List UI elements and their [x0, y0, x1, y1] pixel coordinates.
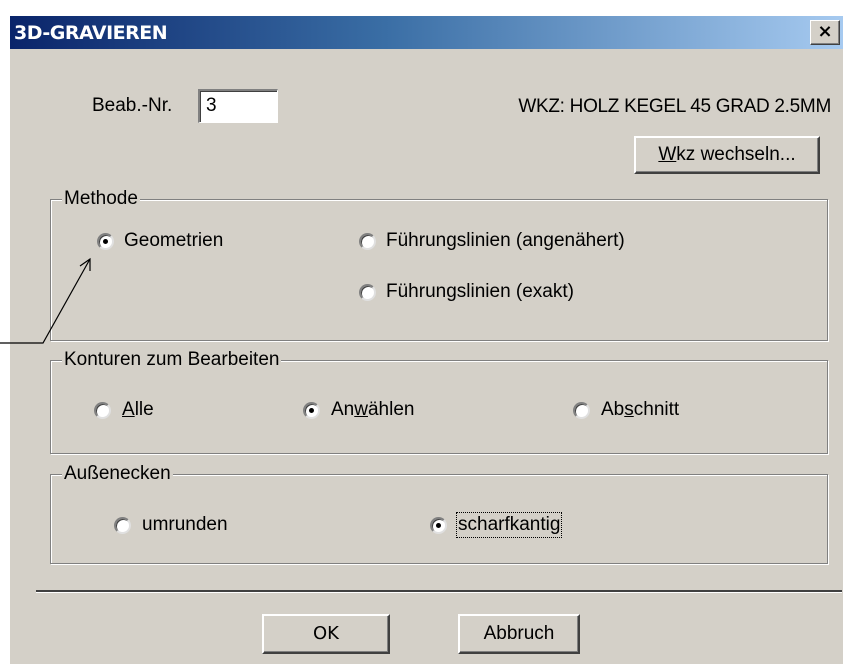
ok-button-label: OK — [313, 623, 339, 644]
separator-highlight — [36, 592, 842, 593]
close-icon: × — [817, 21, 833, 42]
close-button[interactable]: × — [810, 20, 840, 45]
job-number-label: Beab.-Nr. — [92, 95, 173, 116]
dialog-window: 3D-GRAVIEREN × Beab.-Nr. 3 WKZ: HOLZ KEG… — [8, 14, 843, 664]
radio-alle-label[interactable]: Alle — [122, 399, 154, 421]
ok-button[interactable]: OK — [262, 614, 390, 654]
radio-anwaehlen-label[interactable]: Anwählen — [331, 399, 414, 421]
radio-fuehrungslinien-angenaehert[interactable] — [359, 233, 376, 250]
window-title: 3D-GRAVIEREN — [14, 22, 168, 44]
radio-umrunden-label[interactable]: umrunden — [142, 514, 228, 536]
cancel-button-label: Abbruch — [483, 623, 555, 644]
radio-scharfkantig[interactable] — [430, 517, 447, 534]
radio-abschnitt-label[interactable]: Abschnitt — [601, 399, 679, 421]
change-tool-button[interactable]: Wkz wechseln... — [634, 136, 820, 174]
radio-fuehrungslinien-exakt[interactable] — [359, 284, 376, 301]
job-number-field[interactable]: 3 — [198, 89, 278, 123]
methode-group-title: Methode — [62, 188, 140, 210]
tool-label: WKZ: HOLZ KEGEL 45 GRAD 2.5MM — [518, 96, 831, 117]
radio-anwaehlen[interactable] — [303, 402, 320, 419]
job-number-value: 3 — [206, 95, 217, 116]
aussenecken-group-title: Außenecken — [62, 463, 173, 485]
radio-fuehrungslinien-angenaehert-label[interactable]: Führungslinien (angenähert) — [386, 230, 625, 252]
radio-umrunden[interactable] — [114, 517, 131, 534]
radio-abschnitt[interactable] — [573, 402, 590, 419]
radio-fuehrungslinien-exakt-label[interactable]: Führungslinien (exakt) — [386, 281, 574, 303]
radio-geometrien[interactable] — [97, 233, 114, 250]
radio-scharfkantig-label[interactable]: scharfkantig — [455, 512, 563, 538]
change-tool-label: kz wechseln... — [676, 144, 796, 165]
radio-alle[interactable] — [94, 402, 111, 419]
methode-group — [50, 199, 828, 341]
title-bar: 3D-GRAVIEREN × — [10, 16, 843, 49]
radio-geometrien-label[interactable]: Geometrien — [124, 230, 223, 252]
change-tool-mnemonic: W — [658, 144, 677, 165]
cancel-button[interactable]: Abbruch — [458, 614, 580, 654]
konturen-group — [50, 360, 828, 454]
konturen-group-title: Konturen zum Bearbeiten — [62, 349, 282, 371]
